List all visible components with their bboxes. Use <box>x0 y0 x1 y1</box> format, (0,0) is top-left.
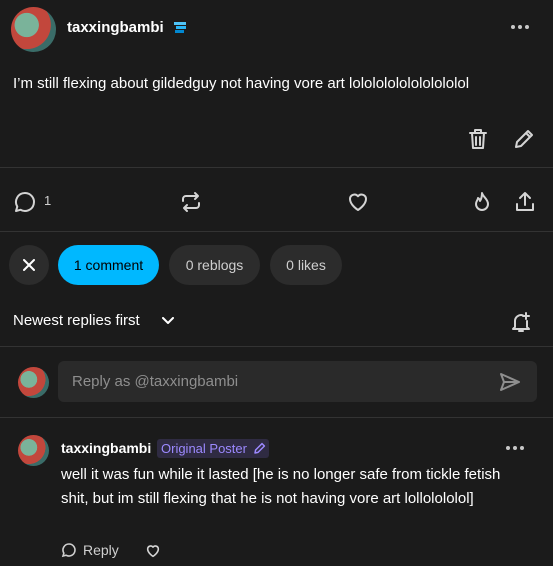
reblog-icon <box>182 192 200 212</box>
close-notes-button[interactable] <box>9 245 49 285</box>
comment-text: well it was fun while it lasted [he is n… <box>61 466 501 507</box>
trash-icon <box>469 129 487 149</box>
pencil-icon <box>254 442 266 454</box>
post-author-avatar[interactable] <box>11 7 56 52</box>
original-poster-badge: Original Poster <box>157 439 269 458</box>
post-divider <box>0 167 553 168</box>
post-more-options-icon[interactable] <box>511 25 531 31</box>
reblog-button[interactable] <box>178 189 204 215</box>
comment-author-username[interactable]: taxxingbambi <box>61 440 151 456</box>
send-icon <box>500 373 520 391</box>
notify-replies-button[interactable] <box>508 309 534 335</box>
speech-bubble-icon <box>61 543 76 558</box>
bell-plus-icon <box>512 312 530 332</box>
like-button[interactable] <box>345 189 371 215</box>
heart-icon <box>349 193 367 211</box>
comment-reply-label: Reply <box>83 542 119 558</box>
tab-reblogs[interactable]: 0 reblogs <box>169 245 260 285</box>
close-icon <box>23 259 35 271</box>
share-button[interactable] <box>512 189 538 215</box>
send-reply-button[interactable] <box>498 370 522 394</box>
reply-input[interactable] <box>72 361 472 402</box>
comment-reply-button[interactable]: Reply <box>61 542 119 558</box>
chevron-down-icon <box>162 317 174 324</box>
blue-checkmark-badge-icon[interactable] <box>172 20 188 34</box>
edit-post-button[interactable] <box>512 127 536 151</box>
reply-count-button[interactable] <box>12 189 38 215</box>
post-author-username[interactable]: taxxingbambi <box>67 19 164 36</box>
reply-count: 1 <box>44 193 52 208</box>
comment-more-options-icon[interactable] <box>506 446 526 452</box>
speech-bubble-icon <box>14 191 35 212</box>
blaze-button[interactable] <box>469 189 495 215</box>
tab-likes[interactable]: 0 likes <box>270 245 342 285</box>
post-body-text: I’m still flexing about gildedguy not ha… <box>13 75 470 92</box>
current-user-avatar <box>18 367 49 398</box>
tab-comments[interactable]: 1 comment <box>58 245 159 285</box>
original-poster-label: Original Poster <box>161 441 247 456</box>
sort-divider <box>0 346 553 347</box>
reply-box-divider <box>0 417 553 418</box>
flame-icon <box>475 192 489 211</box>
share-upload-icon <box>516 192 534 211</box>
heart-icon <box>146 545 160 558</box>
pencil-icon <box>515 130 533 148</box>
reply-box <box>58 361 537 402</box>
sort-label: Newest replies first <box>13 312 140 329</box>
comment-like-button[interactable] <box>144 542 162 560</box>
comment-author-avatar[interactable] <box>18 435 49 466</box>
delete-post-button[interactable] <box>466 127 490 151</box>
action-bar-divider <box>0 231 553 232</box>
